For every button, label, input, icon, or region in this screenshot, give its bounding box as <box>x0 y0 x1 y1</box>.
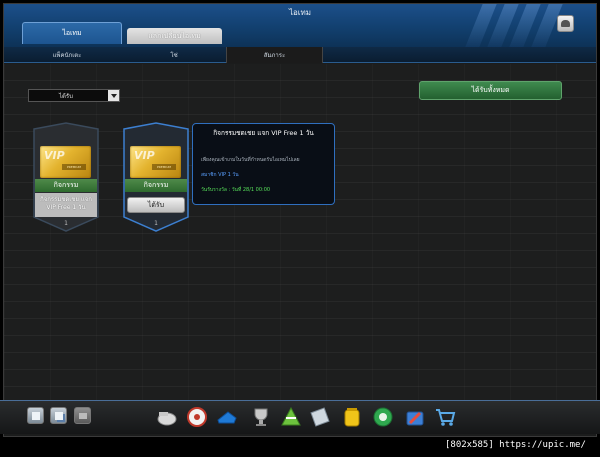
close-button[interactable] <box>557 15 574 32</box>
tooltip-reward: สมาชิก VIP 1 วัน <box>201 172 239 178</box>
item-category: กิจกรรม <box>125 179 187 192</box>
whistle-icon[interactable] <box>156 406 178 428</box>
content-area <box>4 64 596 404</box>
item-quantity: 1 <box>64 220 68 227</box>
item-name: กิจกรรมชดเชย แจก VIP Free 1 วัน <box>35 193 97 217</box>
tab-items[interactable]: ไอเทม <box>22 22 122 44</box>
chevron-down-icon[interactable] <box>108 90 119 101</box>
subtab-inventory[interactable]: สัมภาระ <box>226 47 323 63</box>
vip-badge-text: VIP <box>134 149 155 162</box>
vip-card-icon: VIP PREMIUM <box>130 146 181 178</box>
item-quantity: 1 <box>154 220 158 227</box>
item-category: กิจกรรม <box>35 179 97 192</box>
window-title: ไอเทม <box>288 8 312 17</box>
item-tooltip: กิจกรรมชดเชย แจก VIP Free 1 วัน เพียงคุณ… <box>192 123 335 205</box>
tab-exchange[interactable]: แลกเปลี่ยนไอเทม <box>127 28 222 44</box>
item-card[interactable]: VIP PREMIUM กิจกรรม กิจกรรมชดเชย แจก VIP… <box>30 121 102 233</box>
item-card-selected[interactable]: VIP PREMIUM กิจกรรม ได้รับ 1 <box>120 121 192 233</box>
header-bar: ไอเทม ไอเทม แลกเปลี่ยนไอเทม <box>4 4 596 47</box>
premium-badge-text: PREMIUM <box>152 164 176 170</box>
sub-navigation: แพ็คนักเตะ โซ่ สัมภาระ <box>4 47 596 63</box>
claim-all-button[interactable]: ได้รับทั้งหมด <box>419 81 562 100</box>
claim-button[interactable]: ได้รับ <box>127 197 185 213</box>
close-icon <box>561 20 570 27</box>
cart-icon[interactable] <box>434 406 456 428</box>
tray-icon[interactable] <box>27 407 44 424</box>
gift-icon[interactable] <box>404 406 426 428</box>
vip-badge-text: VIP <box>44 149 65 162</box>
jar-icon[interactable] <box>341 406 363 428</box>
filter-dropdown-value: ได้รับ <box>59 92 73 100</box>
tooltip-date: วันรับรางวัล : วันที่ 28/1 00:00 <box>201 187 271 193</box>
boot-icon[interactable] <box>216 406 238 428</box>
trophy-icon[interactable] <box>250 406 272 428</box>
card-icon[interactable] <box>310 406 332 428</box>
watermark-text: [802x585] https://upic.me/ <box>445 440 586 450</box>
copy-icon[interactable] <box>50 407 67 424</box>
filter-dropdown[interactable]: ได้รับ <box>28 89 120 102</box>
tooltip-description: เพียงคุณเข้าเกมในวันที่กำหนดรับไอเทมไปเล… <box>201 157 300 163</box>
mail-icon[interactable] <box>74 407 91 424</box>
cone-icon[interactable] <box>280 406 302 428</box>
shield-badge-icon[interactable] <box>372 406 394 428</box>
tooltip-title: กิจกรรมชดเชย แจก VIP Free 1 วัน <box>213 129 314 137</box>
premium-badge-text: PREMIUM <box>62 164 86 170</box>
vip-card-icon: VIP PREMIUM <box>40 146 91 178</box>
ball-icon[interactable] <box>186 406 208 428</box>
subtab-player-packs[interactable]: แพ็คนักเตะ <box>32 47 102 63</box>
subtab-chain[interactable]: โซ่ <box>139 47 209 63</box>
